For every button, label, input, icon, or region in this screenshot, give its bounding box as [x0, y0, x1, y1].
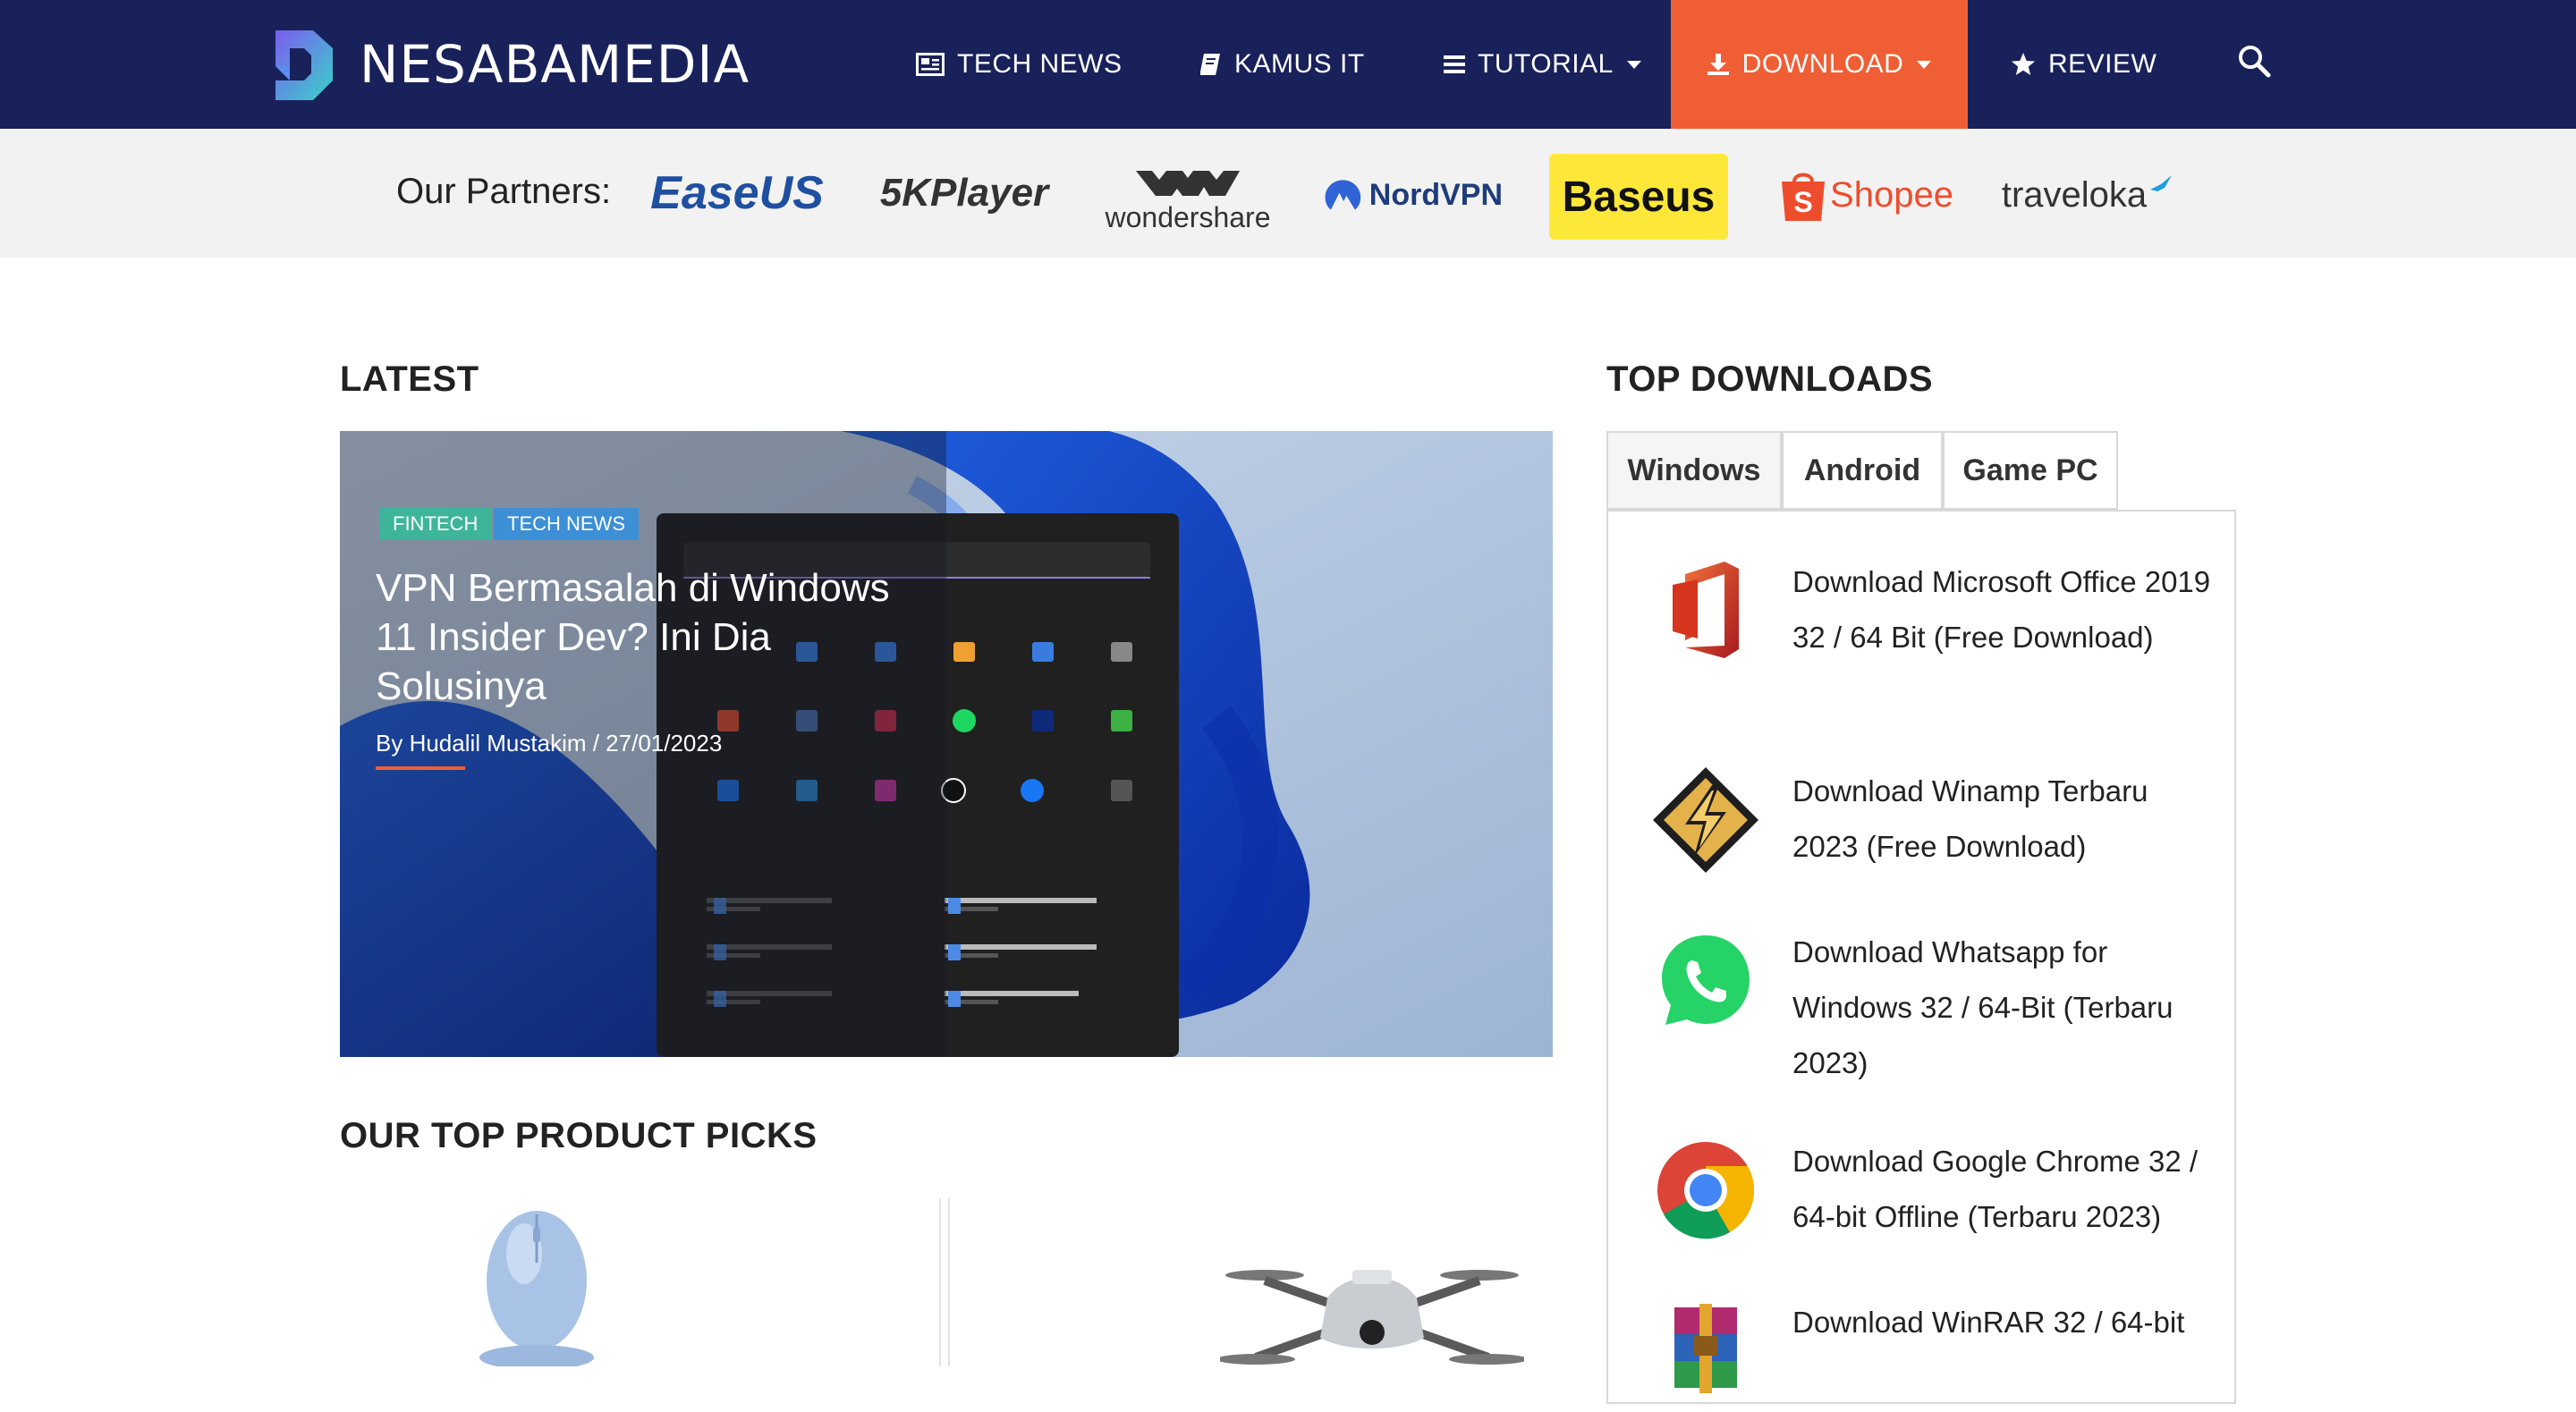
top-downloads-list: Download Microsoft Office 2019 32 / 64 B…: [1606, 510, 2236, 1404]
top-picks-heading: OUR TOP PRODUCT PICKS: [340, 1116, 818, 1155]
nordvpn-mountain-icon: [1325, 180, 1361, 210]
tag-fintech[interactable]: FINTECH: [379, 508, 492, 540]
featured-article-title[interactable]: VPN Bermasalah di Windows 11 Insider Dev…: [376, 563, 930, 711]
chevron-down-icon: [1916, 59, 1932, 70]
download-link[interactable]: Download Google Chrome 32 / 64-bit Offli…: [1792, 1134, 2213, 1245]
chevron-down-icon: [1626, 59, 1642, 70]
whatsapp-icon: [1649, 925, 1762, 1037]
partner-logo-shopee[interactable]: S Shopee: [1776, 165, 1955, 225]
partner-logo-easeus[interactable]: EaseUS: [648, 165, 826, 222]
menu-bars-icon: [1444, 55, 1465, 74]
nav-label: DOWNLOAD: [1741, 49, 1904, 79]
title-underline-accent: [376, 766, 465, 770]
search-button[interactable]: [2236, 0, 2272, 129]
nav-label: REVIEW: [2048, 49, 2157, 79]
partners-label: Our Partners:: [396, 172, 612, 211]
book-icon: [1199, 52, 1222, 77]
nav-label: KAMUS IT: [1234, 49, 1365, 79]
nav-tutorial[interactable]: TUTORIAL: [1444, 0, 1642, 129]
partner-logo-wondershare[interactable]: wondershare: [1098, 165, 1277, 236]
wondershare-mark-icon: [1136, 170, 1240, 196]
star-icon: [2011, 52, 2036, 77]
partner-logo-traveloka[interactable]: traveloka: [1998, 168, 2177, 222]
nav-download[interactable]: DOWNLOAD: [1671, 0, 1968, 129]
office-icon: [1649, 554, 1762, 667]
winamp-icon: [1649, 764, 1762, 876]
logo-text: NESABAMEDIA: [360, 34, 750, 95]
nesabamedia-logo-icon: [275, 30, 333, 100]
top-navbar: NESABAMEDIA TECH NEWS KAMUS IT TUTORIAL …: [0, 0, 2576, 129]
product-pick-drone-image[interactable]: [1216, 1243, 1528, 1366]
svg-text:S: S: [1793, 186, 1812, 218]
nav-review[interactable]: REVIEW: [2011, 0, 2157, 129]
partner-logo-5kplayer[interactable]: 5KPlayer: [875, 165, 1054, 222]
latest-heading: LATEST: [340, 359, 479, 399]
download-link[interactable]: Download Microsoft Office 2019 32 / 64 B…: [1792, 554, 2213, 665]
top-downloads-heading: TOP DOWNLOADS: [1606, 359, 1934, 399]
search-icon: [2237, 44, 2271, 85]
winrar-icon: [1649, 1295, 1762, 1408]
mouse-product-icon: [479, 1211, 594, 1370]
featured-article-meta: By Hudalil Mustakim / 27/01/2023: [376, 730, 723, 757]
tab-android[interactable]: Android: [1782, 431, 1943, 510]
product-pick-mouse-image[interactable]: [465, 1200, 608, 1370]
nav-label: TECH NEWS: [957, 49, 1123, 79]
nav-label: TUTORIAL: [1478, 49, 1614, 79]
product-pick-stand-image: [939, 1198, 950, 1366]
download-link[interactable]: Download WinRAR 32 / 64-bit: [1792, 1295, 2213, 1350]
partner-logo-baseus[interactable]: Baseus: [1549, 154, 1728, 240]
tab-game-pc[interactable]: Game PC: [1943, 431, 2118, 510]
nav-kamus-it[interactable]: KAMUS IT: [1199, 0, 1365, 129]
site-logo[interactable]: NESABAMEDIA: [258, 21, 750, 107]
drone-product-icon: [1216, 1270, 1528, 1365]
shopee-bag-icon: S: [1782, 173, 1826, 221]
chrome-icon: [1649, 1134, 1762, 1247]
download-link[interactable]: Download Whatsapp for Windows 32 / 64-Bi…: [1792, 925, 2213, 1091]
partners-bar: Our Partners: EaseUS 5KPlayer wondershar…: [0, 129, 2576, 258]
nav-tech-news[interactable]: TECH NEWS: [916, 0, 1123, 129]
download-link[interactable]: Download Winamp Terbaru 2023 (Free Downl…: [1792, 764, 2213, 875]
tab-windows[interactable]: Windows: [1606, 431, 1782, 510]
partner-logo-nordvpn[interactable]: NordVPN: [1324, 168, 1503, 222]
tag-tech-news[interactable]: TECH NEWS: [494, 508, 639, 540]
download-icon: [1707, 53, 1730, 76]
traveloka-bird-icon: [2150, 175, 2173, 191]
newspaper-icon: [916, 53, 945, 76]
